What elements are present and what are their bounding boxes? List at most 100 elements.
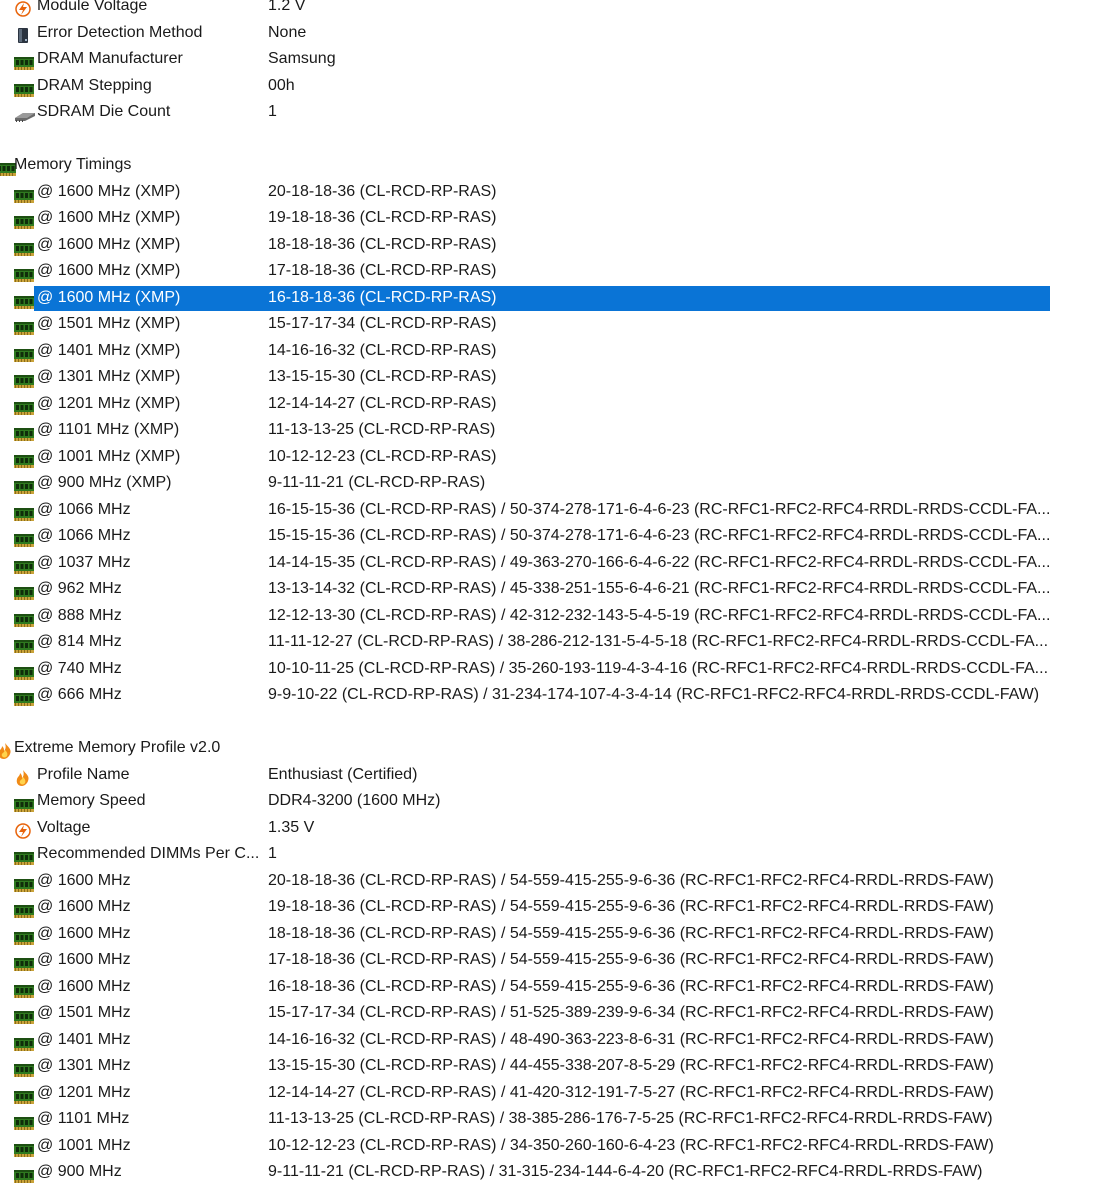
list-item[interactable]: @ 1401 MHz (XMP) 14-16-16-32 (CL-RCD-RP-R…: [0, 338, 1095, 365]
item-value: 1: [268, 845, 277, 862]
list-item[interactable]: Voltage 1.35 V: [0, 815, 1095, 842]
list-item[interactable]: Memory Speed DDR4-3200 (1600 MHz): [0, 788, 1095, 815]
list-item[interactable]: @ 1600 MHz 19-18-18-36 (CL-RCD-RP-RAS) / …: [0, 894, 1095, 921]
item-value: Enthusiast (Certified): [268, 765, 418, 783]
ram-icon: [14, 80, 34, 97]
list-item[interactable]: @ 740 MHz 10-10-11-25 (CL-RCD-RP-RAS) / 3…: [0, 656, 1095, 683]
item-value: 18-18-18-36 (CL-RCD-RP-RAS): [268, 235, 497, 253]
ram-icon: [14, 371, 34, 388]
list-item[interactable]: @ 1066 MHz 16-15-15-36 (CL-RCD-RP-RAS) / …: [0, 497, 1095, 524]
item-label: SDRAM Die Count: [37, 103, 171, 120]
item-value: 11-13-13-25 (CL-RCD-RP-RAS): [268, 421, 496, 438]
list-item[interactable]: @ 1600 MHz (XMP) 19-18-18-36 (CL-RCD-RP-R…: [0, 205, 1095, 232]
item-value: 14-14-15-35 (CL-RCD-RP-RAS) / 49-363-270…: [268, 553, 1051, 571]
item-value: 00h: [268, 76, 295, 94]
group-header-memory-timings[interactable]: Memory Timings: [0, 152, 1095, 179]
item-value: 12-14-14-27 (CL-RCD-RP-RAS) / 41-420-312…: [268, 1083, 994, 1101]
item-label: @ 1600 MHz (XMP): [37, 262, 181, 279]
list-item[interactable]: @ 1037 MHz 14-14-15-35 (CL-RCD-RP-RAS) / …: [0, 550, 1095, 577]
list-item[interactable]: DRAM Stepping 00h: [0, 73, 1095, 100]
list-item[interactable]: Error Detection Method None: [0, 20, 1095, 47]
list-item[interactable]: @ 1066 MHz 15-15-15-36 (CL-RCD-RP-RAS) / …: [0, 523, 1095, 550]
item-value: 20-18-18-36 (CL-RCD-RP-RAS) / 54-559-415…: [268, 871, 994, 889]
item-value: 15-17-17-34 (CL-RCD-RP-RAS): [268, 315, 497, 332]
item-value: 16-18-18-36 (CL-RCD-RP-RAS): [268, 288, 497, 306]
list-item[interactable]: Recommended DIMMs Per C... 1: [0, 841, 1095, 868]
item-label: @ 1037 MHz: [37, 553, 131, 571]
ram-icon: [14, 451, 34, 468]
item-label: @ 1201 MHz (XMP): [37, 394, 181, 412]
ram-icon: [14, 292, 34, 309]
item-value: 9-9-10-22 (CL-RCD-RP-RAS) / 31-234-174-1…: [268, 686, 1040, 703]
memory-properties-list[interactable]: Module Voltage 1.2 V Error Detection Metho…: [0, 0, 1095, 1186]
list-item[interactable]: SDRAM Die Count 1: [0, 99, 1095, 126]
list-item[interactable]: @ 1301 MHz (XMP) 13-15-15-30 (CL-RCD-RP-R…: [0, 364, 1095, 391]
list-item[interactable]: @ 900 MHz 9-11-11-21 (CL-RCD-RP-RAS) / 31…: [0, 1159, 1095, 1186]
ram-icon: [14, 928, 34, 945]
list-item[interactable]: @ 1501 MHz (XMP) 15-17-17-34 (CL-RCD-RP-R…: [0, 311, 1095, 338]
list-item[interactable]: @ 1600 MHz (XMP) 20-18-18-36 (CL-RCD-RP-R…: [0, 179, 1095, 206]
item-label: Memory Speed: [37, 792, 146, 809]
list-item[interactable]: Module Voltage 1.2 V: [0, 0, 1095, 20]
ram-icon: [14, 583, 34, 600]
list-item[interactable]: @ 1600 MHz (XMP) 17-18-18-36 (CL-RCD-RP-R…: [0, 258, 1095, 285]
list-item[interactable]: @ 1001 MHz (XMP) 10-12-12-23 (CL-RCD-RP-R…: [0, 444, 1095, 471]
spacer-row: [0, 126, 1095, 153]
item-value: 19-18-18-36 (CL-RCD-RP-RAS) / 54-559-415…: [268, 898, 994, 915]
list-item[interactable]: @ 1201 MHz (XMP) 12-14-14-27 (CL-RCD-RP-R…: [0, 391, 1095, 418]
ram-icon: [14, 212, 34, 229]
list-item[interactable]: @ 1501 MHz 15-17-17-34 (CL-RCD-RP-RAS) / …: [0, 1000, 1095, 1027]
ram-icon: [14, 345, 34, 362]
item-label: @ 1066 MHz: [37, 500, 131, 518]
list-item[interactable]: @ 666 MHz 9-9-10-22 (CL-RCD-RP-RAS) / 31-…: [0, 682, 1095, 709]
item-value: DDR4-3200 (1600 MHz): [268, 792, 441, 809]
ram-icon: [14, 477, 34, 494]
group-header-extreme-memory-profile-v2-0[interactable]: Extreme Memory Profile v2.0: [0, 735, 1095, 762]
item-value: 13-13-14-32 (CL-RCD-RP-RAS) / 45-338-251…: [268, 580, 1051, 597]
item-label: @ 1600 MHz: [37, 924, 131, 942]
list-item[interactable]: @ 1600 MHz 18-18-18-36 (CL-RCD-RP-RAS) / …: [0, 921, 1095, 948]
ram-icon: [14, 875, 34, 892]
list-item[interactable]: @ 1600 MHz 20-18-18-36 (CL-RCD-RP-RAS) / …: [0, 868, 1095, 895]
list-item[interactable]: @ 1600 MHz (XMP) 18-18-18-36 (CL-RCD-RP-R…: [0, 232, 1095, 259]
list-item[interactable]: DRAM Manufacturer Samsung: [0, 46, 1095, 73]
list-item[interactable]: @ 1600 MHz 17-18-18-36 (CL-RCD-RP-RAS) / …: [0, 947, 1095, 974]
item-value: 15-17-17-34 (CL-RCD-RP-RAS) / 51-525-389…: [268, 1004, 994, 1021]
list-item[interactable]: @ 1600 MHz (XMP) 16-18-18-36 (CL-RCD-RP-R…: [0, 285, 1095, 312]
ram-icon: [14, 663, 34, 680]
item-label: @ 1600 MHz (XMP): [37, 209, 181, 226]
disk-icon: [14, 27, 34, 43]
item-label: @ 1600 MHz: [37, 898, 131, 915]
list-item[interactable]: Profile Name Enthusiast (Certified): [0, 762, 1095, 789]
item-label: @ 1401 MHz: [37, 1030, 131, 1048]
item-value: 12-12-13-30 (CL-RCD-RP-RAS) / 42-312-232…: [268, 606, 1051, 624]
list-item[interactable]: @ 1201 MHz 12-14-14-27 (CL-RCD-RP-RAS) / …: [0, 1080, 1095, 1107]
list-item[interactable]: @ 1101 MHz 11-13-13-25 (CL-RCD-RP-RAS) / …: [0, 1106, 1095, 1133]
ram-icon: [14, 1060, 34, 1077]
list-item[interactable]: @ 1401 MHz 14-16-16-32 (CL-RCD-RP-RAS) / …: [0, 1027, 1095, 1054]
list-item[interactable]: @ 1001 MHz 10-12-12-23 (CL-RCD-RP-RAS) / …: [0, 1133, 1095, 1160]
item-label: @ 888 MHz: [37, 606, 122, 624]
list-item[interactable]: @ 814 MHz 11-11-12-27 (CL-RCD-RP-RAS) / 3…: [0, 629, 1095, 656]
list-item[interactable]: @ 1301 MHz 13-15-15-30 (CL-RCD-RP-RAS) / …: [0, 1053, 1095, 1080]
item-value: 1: [268, 103, 277, 120]
item-value: 11-11-12-27 (CL-RCD-RP-RAS) / 38-286-212…: [268, 633, 1049, 650]
ram-icon: [14, 53, 34, 70]
list-item[interactable]: @ 888 MHz 12-12-13-30 (CL-RCD-RP-RAS) / 4…: [0, 603, 1095, 630]
list-item[interactable]: @ 1600 MHz 16-18-18-36 (CL-RCD-RP-RAS) / …: [0, 974, 1095, 1001]
ram-icon: [14, 795, 34, 812]
ram-icon: [14, 398, 34, 415]
item-label: @ 1600 MHz: [37, 871, 131, 889]
list-item[interactable]: @ 962 MHz 13-13-14-32 (CL-RCD-RP-RAS) / 4…: [0, 576, 1095, 603]
item-label: @ 1201 MHz: [37, 1083, 131, 1101]
item-value: Samsung: [268, 50, 336, 67]
item-value: 17-18-18-36 (CL-RCD-RP-RAS): [268, 262, 497, 279]
item-label: @ 1501 MHz (XMP): [37, 315, 181, 332]
item-label: Extreme Memory Profile v2.0: [14, 739, 221, 756]
ram-icon: [14, 1034, 34, 1051]
item-label: @ 1600 MHz (XMP): [37, 288, 181, 306]
list-item[interactable]: @ 1101 MHz (XMP) 11-13-13-25 (CL-RCD-RP-R…: [0, 417, 1095, 444]
list-item[interactable]: @ 900 MHz (XMP) 9-11-11-21 (CL-RCD-RP-RAS…: [0, 470, 1095, 497]
ram-icon: [14, 530, 34, 547]
ram-icon: [14, 636, 34, 653]
